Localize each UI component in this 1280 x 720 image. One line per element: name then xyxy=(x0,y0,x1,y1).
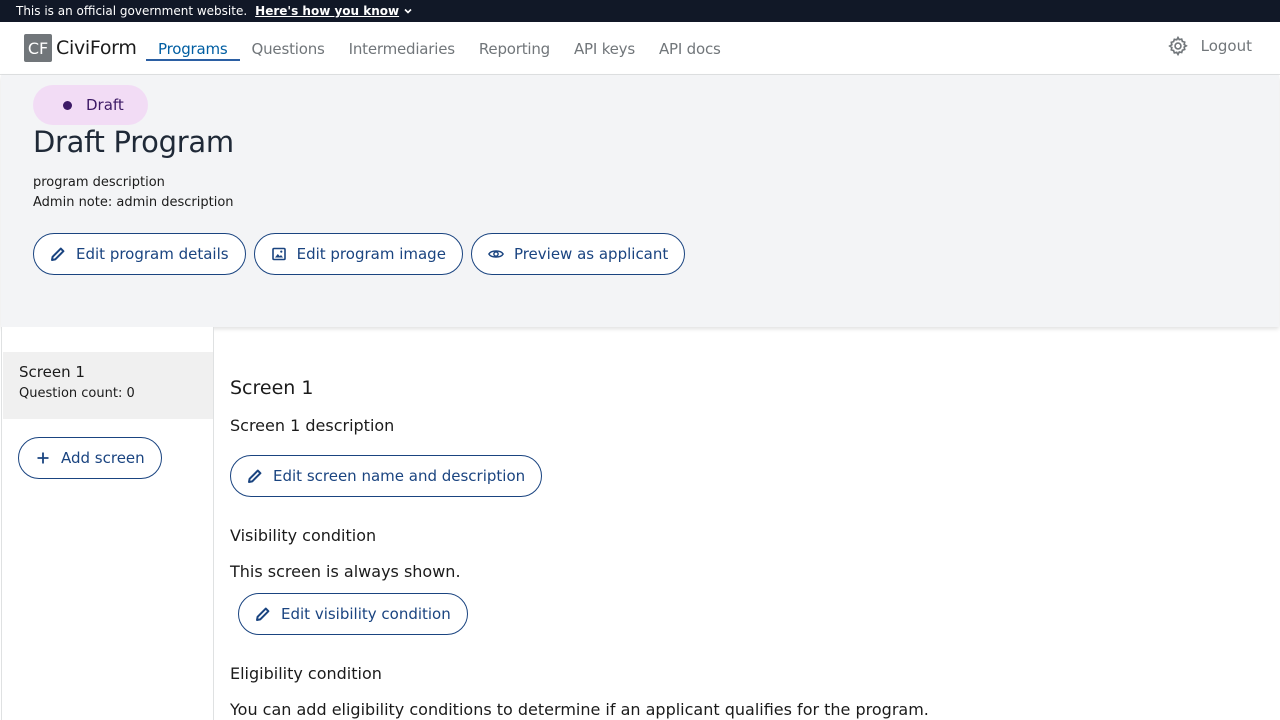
chevron-down-icon xyxy=(404,8,412,14)
add-screen-button[interactable]: Add screen xyxy=(18,437,162,479)
main-nav: Programs Questions Intermediaries Report… xyxy=(146,22,733,75)
eligibility-heading: Eligibility condition xyxy=(230,664,382,683)
logout-link[interactable]: Logout xyxy=(1201,37,1252,55)
program-title: Draft Program xyxy=(33,125,234,159)
nav-programs[interactable]: Programs xyxy=(146,22,240,75)
pencil-icon xyxy=(255,606,271,622)
civiform-logo[interactable]: CF CiviForm xyxy=(24,34,137,62)
program-actions: Edit program details Edit program image … xyxy=(33,233,686,275)
visibility-text: This screen is always shown. xyxy=(230,562,461,581)
edit-program-details-label: Edit program details xyxy=(76,245,229,263)
app-name: CiviForm xyxy=(56,37,137,59)
edit-screen-name-label: Edit screen name and description xyxy=(273,467,526,485)
screen-description: Screen 1 description xyxy=(230,416,395,435)
nav-reporting[interactable]: Reporting xyxy=(467,22,562,75)
admin-note: Admin note: admin description xyxy=(33,195,234,210)
add-screen-label: Add screen xyxy=(61,449,145,467)
gov-banner-text: This is an official government website. xyxy=(16,4,248,18)
logo-mark: CF xyxy=(24,34,52,62)
program-description: program description xyxy=(33,175,165,190)
gov-banner: This is an official government website. … xyxy=(0,0,1280,22)
screen-title: Screen 1 xyxy=(230,377,314,399)
program-header: Draft Draft Program program description … xyxy=(1,75,1279,327)
plus-icon xyxy=(35,450,51,466)
visibility-heading: Visibility condition xyxy=(230,526,377,545)
preview-as-applicant-button[interactable]: Preview as applicant xyxy=(470,233,686,275)
edit-program-details-button[interactable]: Edit program details xyxy=(33,233,246,275)
eye-icon xyxy=(488,246,504,262)
nav-api-keys[interactable]: API keys xyxy=(562,22,647,75)
edit-visibility-label: Edit visibility condition xyxy=(281,605,451,623)
nav-api-docs[interactable]: API docs xyxy=(647,22,733,75)
nav-questions[interactable]: Questions xyxy=(240,22,337,75)
screens-sidebar: Screen 1 Question count: 0 Add screen xyxy=(1,327,214,720)
status-dot-icon xyxy=(63,101,72,110)
pencil-icon xyxy=(50,246,66,262)
screen-item-name: Screen 1 xyxy=(19,363,85,381)
gov-banner-link-label: Here's how you know xyxy=(255,4,400,18)
status-label: Draft xyxy=(86,96,124,114)
edit-visibility-button[interactable]: Edit visibility condition xyxy=(238,593,468,635)
screen-item-count: Question count: 0 xyxy=(19,386,135,401)
image-icon xyxy=(271,246,287,262)
preview-as-applicant-label: Preview as applicant xyxy=(513,245,669,263)
edit-screen-name-button[interactable]: Edit screen name and description xyxy=(230,455,543,497)
eligibility-text: You can add eligibility conditions to de… xyxy=(230,700,929,719)
edit-program-image-label: Edit program image xyxy=(296,245,446,263)
status-badge: Draft xyxy=(33,85,148,125)
pencil-icon xyxy=(247,468,263,484)
sidebar-item-screen-1[interactable]: Screen 1 Question count: 0 xyxy=(3,352,213,419)
nav-intermediaries[interactable]: Intermediaries xyxy=(337,22,467,75)
header-actions: Logout xyxy=(1167,35,1252,57)
gear-icon[interactable] xyxy=(1167,35,1189,57)
app-header: CF CiviForm Programs Questions Intermedi… xyxy=(0,22,1280,75)
screen-detail: Screen 1 Screen 1 description Edit scree… xyxy=(230,327,1270,720)
edit-program-image-button[interactable]: Edit program image xyxy=(253,233,463,275)
gov-banner-link[interactable]: Here's how you know xyxy=(255,4,413,18)
